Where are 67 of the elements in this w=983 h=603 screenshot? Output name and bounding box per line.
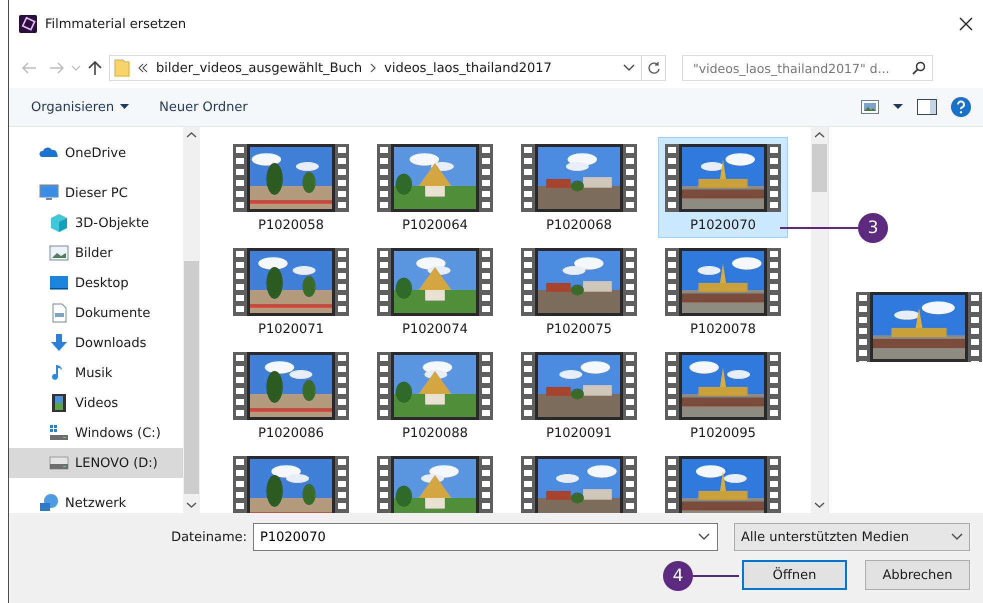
file-item[interactable]: P1020071 (226, 241, 356, 342)
dropdown-caret-icon[interactable] (623, 64, 635, 72)
refresh-icon[interactable] (646, 61, 660, 75)
file-item[interactable]: P1020058 (226, 137, 356, 238)
refresh-button[interactable] (642, 55, 666, 81)
sidebar-item[interactable]: OneDrive (9, 138, 183, 168)
sidebar-item[interactable]: Netzwerk (9, 488, 183, 518)
file-item[interactable]: P1020064 (370, 137, 500, 238)
leader-line (693, 575, 739, 577)
breadcrumb[interactable]: bilder_videos_ausgewählt_Buch (156, 60, 362, 76)
monitor-icon (39, 183, 59, 203)
sprocket-strip (968, 292, 982, 362)
file-item[interactable]: P1020074 (370, 241, 500, 342)
file-item[interactable]: P1020070 (658, 137, 788, 238)
new-folder-button[interactable]: Neuer Ordner (159, 100, 248, 114)
file-item[interactable]: P1020088 (370, 345, 500, 446)
folder-icon (114, 59, 130, 77)
search-icon[interactable] (912, 61, 926, 75)
file-type-dropdown[interactable]: Alle unterstützten Medien (734, 523, 970, 551)
file-item[interactable]: P1020095 (658, 345, 788, 446)
window-title: Filmmaterial ersetzen (45, 16, 188, 32)
scrollbar-thumb[interactable] (184, 261, 199, 494)
help-icon[interactable] (951, 97, 971, 117)
chevrons-icon (138, 63, 148, 73)
close-icon[interactable] (959, 17, 973, 31)
file-item[interactable]: P1020086 (226, 345, 356, 446)
sidebar-item[interactable]: Windows (C:) (9, 418, 183, 448)
dropdown-caret-icon[interactable] (698, 533, 710, 541)
file-item[interactable]: P1020068 (514, 137, 644, 238)
up-arrow-icon[interactable] (87, 60, 103, 76)
sidebar-item[interactable]: Dokumente (9, 298, 183, 328)
image-icon (49, 243, 69, 263)
breadcrumb[interactable]: videos_laos_thailand2017 (384, 60, 552, 76)
scrollbar-thumb[interactable] (812, 144, 827, 192)
film-icon (49, 393, 69, 413)
sidebar-item[interactable]: Musik (9, 358, 183, 388)
dropdown-caret-icon[interactable] (893, 104, 903, 110)
drive-icon (49, 423, 69, 443)
cube-icon (49, 213, 69, 233)
file-item[interactable]: P1020091 (514, 345, 644, 446)
view-icon[interactable] (861, 100, 879, 114)
open-button[interactable]: Öffnen (742, 560, 847, 590)
sidebar-item[interactable]: 3D-Objekte (9, 208, 183, 238)
scrollbar[interactable] (183, 127, 200, 513)
sidebar-item[interactable]: Desktop (9, 268, 183, 298)
scrollbar[interactable] (811, 127, 828, 513)
file-item[interactable]: P1020078 (658, 241, 788, 342)
filename-field[interactable]: P1020070 (253, 523, 718, 551)
organize-menu-button[interactable]: Organisieren (31, 100, 130, 114)
sidebar-item[interactable]: Dieser PC (9, 178, 183, 208)
file-item[interactable]: P1020075 (514, 241, 644, 342)
app-icon (19, 15, 37, 33)
globe-icon (39, 493, 59, 513)
search-field[interactable]: "videos_laos_thailand2017" d... (682, 55, 933, 81)
sidebar-item[interactable]: Videos (9, 388, 183, 418)
caret-icon[interactable] (120, 104, 130, 110)
address-bar[interactable]: bilder_videos_ausgewählt_Buch videos_laos_thailand2017 (109, 55, 642, 81)
down-arrow-icon (49, 333, 69, 353)
preview-pane-icon[interactable] (917, 99, 937, 115)
sidebar-item[interactable]: Downloads (9, 328, 183, 358)
cancel-button[interactable]: Abbrechen (865, 560, 970, 590)
filename-label: Dateiname: (171, 530, 247, 544)
sidebar-item[interactable]: LENOVO (D:) (9, 448, 183, 478)
chevron-right-icon (370, 63, 376, 73)
dropdown-caret-icon[interactable] (951, 533, 963, 541)
sidebar-item[interactable]: Bilder (9, 238, 183, 268)
sprocket-strip (856, 292, 870, 362)
